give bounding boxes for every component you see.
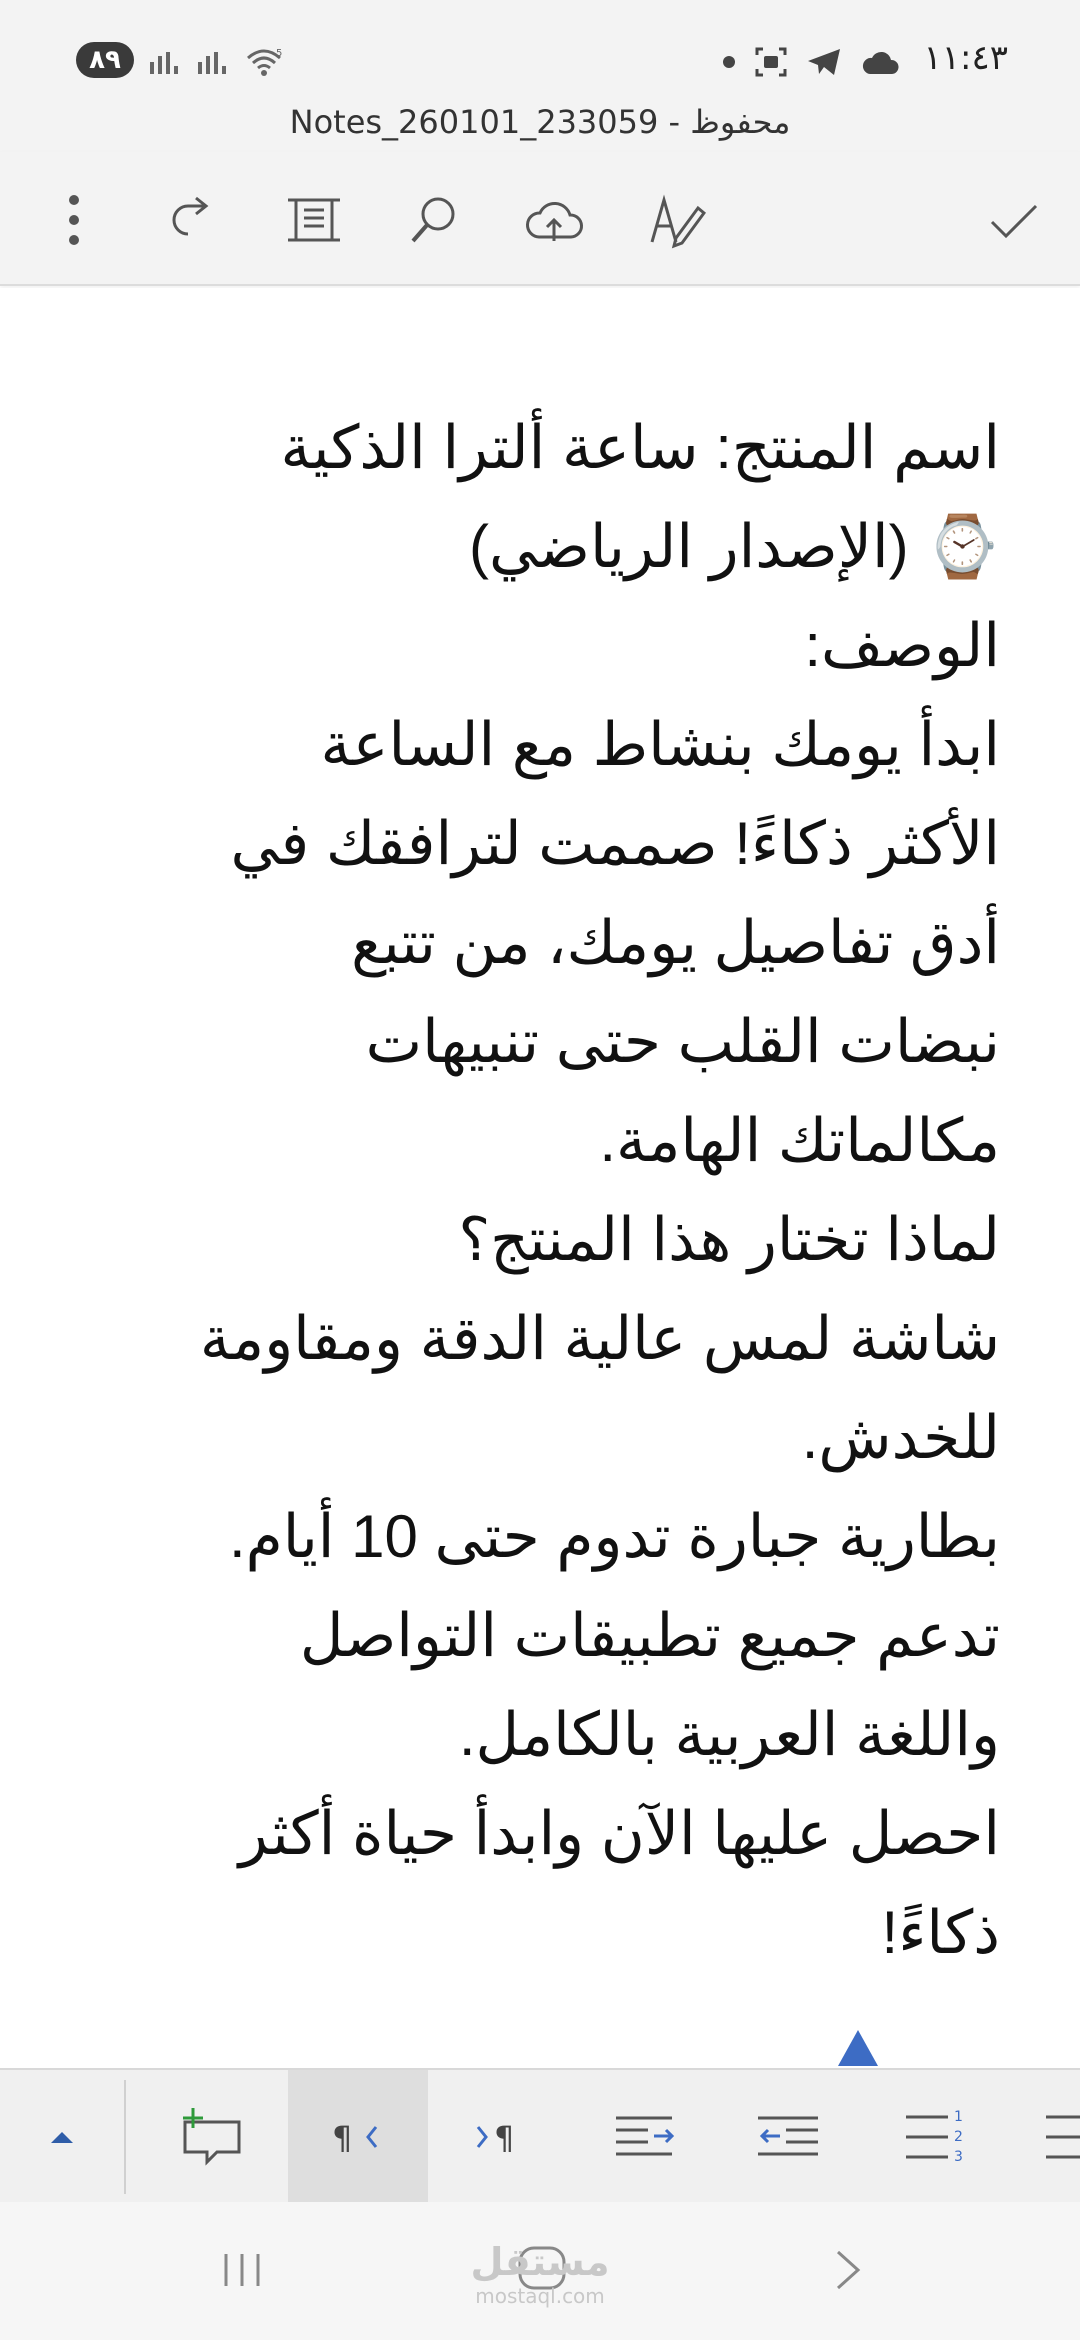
recent-apps-icon [224,2254,260,2286]
reading-view-button[interactable] [276,182,352,258]
collapse-ribbon-button[interactable] [0,2070,124,2204]
more-vertical-icon [69,195,79,245]
doc-line: الأكثر ذكاءً! صممت لترافقك في [230,810,1000,877]
recent-apps-button[interactable] [212,2240,272,2300]
formatting-ribbon: ¶ ¶ 1 2 3 [0,2068,1080,2204]
clock: ١١:٤٣ [923,38,1008,78]
screenshot-icon [755,47,787,77]
doc-line: شاشة لمس عالية الدقة ومقاومة [199,1305,1000,1372]
rtl-paragraph-icon: ¶ [332,2119,378,2157]
search-button[interactable] [396,182,472,258]
collapse-up-icon [51,2132,73,2143]
battery-indicator: ٨٩ [76,42,134,78]
new-comment-button[interactable] [142,2070,282,2204]
signal-icon [150,52,178,74]
done-button[interactable] [976,182,1052,258]
doc-line: اسم المنتج: ساعة ألترا الذكية [280,414,1000,481]
doc-line: ابدأ يومك بنشاط مع الساعة [320,711,1000,778]
checkmark-icon [990,204,1038,239]
doc-line: بطارية جبارة تدوم حتى 10 أيام. [228,1503,1000,1570]
doc-line: واللغة العربية بالكامل. [458,1701,1000,1768]
redo-icon [172,196,209,236]
doc-line: مكالماتك الهامة. [599,1107,1000,1174]
redo-button[interactable] [156,182,232,258]
increase-indent-button[interactable] [576,2070,716,2204]
search-icon [411,197,455,243]
wifi-icon: 5 [247,48,282,76]
doc-line: ذكاءً! [881,1899,1000,1966]
doc-line: ⌚ (الإصدار الرياضي) [469,513,1000,580]
ribbon-divider [124,2080,126,2194]
document-canvas[interactable]: اسم المنتج: ساعة ألترا الذكية ⌚ (الإصدار… [0,288,1080,2068]
bulleted-list-button[interactable] [1040,2070,1080,2204]
doc-line: احصل عليها الآن وابدأ حياة أكثر [238,1800,1000,1867]
decrease-indent-button[interactable] [718,2070,858,2204]
bulleted-list-icon [1046,2115,1080,2159]
document-body[interactable]: اسم المنتج: ساعة ألترا الذكية ⌚ (الإصدار… [0,398,1000,1982]
cloud-upload-icon [526,202,583,241]
signal-icon [198,52,226,74]
numbered-list-button[interactable]: 1 2 3 [866,2070,1006,2204]
rtl-paragraph-button[interactable]: ¶ [288,2070,428,2204]
back-button[interactable] [818,2240,878,2300]
svg-text:5: 5 [276,48,282,59]
doc-line: أدق تفاصيل يومك، من تتبع [351,909,1000,976]
document-title: Notes_260101_233059 - محفوظ [0,92,1080,152]
top-toolbar [0,152,1080,286]
status-icons-right [722,44,900,80]
increase-indent-icon [616,2116,675,2156]
doc-line: للخدش. [801,1404,1000,1471]
reading-view-icon [288,198,340,242]
svg-text:¶: ¶ [494,2119,514,2157]
svg-text:¶: ¶ [332,2119,352,2157]
doc-line: لماذا تختار هذا المنتج؟ [458,1206,1000,1273]
ltr-paragraph-icon: ¶ [476,2119,514,2157]
edit-pen-icon [650,194,706,249]
more-options-button[interactable] [36,182,112,258]
svg-text:3: 3 [954,2149,963,2165]
status-icons-left: 5 [148,44,284,80]
ltr-paragraph-button[interactable]: ¶ [430,2070,570,2204]
new-comment-icon [183,2108,241,2166]
doc-line: الوصف: [804,612,1000,679]
dot-icon [723,56,735,68]
doc-line: نبضات القلب حتى تنبيهات [365,1008,1000,1075]
numbered-list-icon: 1 2 3 [906,2109,963,2165]
chevron-right-icon [836,2250,861,2290]
svg-text:1: 1 [954,2109,963,2125]
telegram-icon [808,49,840,75]
cloud-icon [862,51,899,74]
edit-button[interactable] [638,182,714,258]
doc-line: تدعم جميع تطبيقات التواصل [299,1602,1000,1669]
text-cursor-handle[interactable] [838,2030,878,2066]
save-to-cloud-button[interactable] [516,182,592,258]
decrease-indent-icon [758,2116,818,2156]
svg-text:2: 2 [954,2129,963,2145]
watermark: مستقل mostaql.com [470,2240,610,2308]
